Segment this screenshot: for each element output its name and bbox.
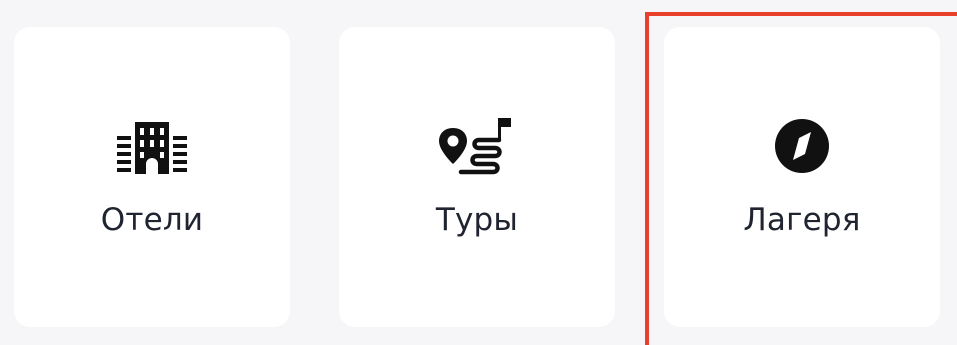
- hotel-building-icon: [112, 114, 192, 178]
- camps-card[interactable]: Лагеря: [664, 27, 940, 327]
- hotels-label: Отели: [100, 202, 204, 238]
- camps-label: Лагеря: [743, 202, 861, 238]
- tours-label: Туры: [435, 202, 519, 238]
- tours-card[interactable]: Туры: [339, 27, 615, 327]
- compass-icon: [762, 114, 842, 178]
- category-grid: Отели Туры Лагеря: [0, 0, 957, 345]
- route-pin-flag-icon: [437, 114, 517, 178]
- hotels-card[interactable]: Отели: [14, 27, 290, 327]
